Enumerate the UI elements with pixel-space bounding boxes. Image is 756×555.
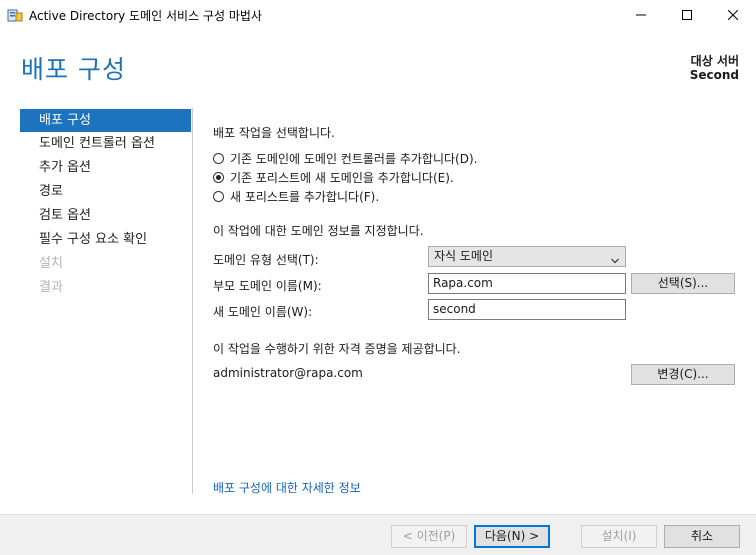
deploy-operation-prompt: 배포 작업을 선택합니다.: [213, 126, 335, 140]
install-button[interactable]: 설치(I): [581, 525, 657, 548]
select-domain-button[interactable]: 선택(S)...: [631, 273, 735, 294]
nav-item-installation: 설치: [39, 256, 63, 271]
nav-item-prerequisites-check[interactable]: 필수 구성 요소 확인: [20, 228, 191, 252]
more-info-link[interactable]: 배포 구성에 대한 자세한 정보: [213, 479, 361, 496]
nav-item-deployment-configuration[interactable]: 배포 구성: [20, 109, 191, 132]
domain-type-label: 도메인 유형 선택(T):: [213, 253, 319, 267]
close-icon[interactable]: [710, 0, 756, 30]
nav-item-results: 결과: [39, 280, 63, 295]
new-domain-input[interactable]: second: [428, 299, 626, 320]
next-button[interactable]: 다음(N) >: [474, 525, 550, 548]
domain-type-select[interactable]: 자식 도메인: [428, 246, 626, 267]
nav-item-paths[interactable]: 경로: [20, 180, 191, 204]
radio-button[interactable]: [213, 191, 224, 202]
domain-info-prompt: 이 작업에 대한 도메인 정보를 지정합니다.: [213, 224, 424, 238]
nav-divider: [192, 108, 193, 494]
maximize-icon[interactable]: [664, 0, 710, 30]
minimize-icon[interactable]: [618, 0, 664, 30]
new-domain-label: 새 도메인 이름(W):: [213, 305, 313, 319]
credential-user: administrator@rapa.com: [213, 366, 363, 380]
server-wizard-icon: [7, 7, 23, 23]
page-title: 배포 구성: [21, 55, 126, 84]
radio-button-selected[interactable]: [213, 172, 224, 183]
wizard-nav: 배포 구성 도메인 컨트롤러 옵션 추가 옵션 경로 검토 옵션 필수 구성 요…: [20, 109, 191, 300]
radio-add-domain-existing-forest[interactable]: 기존 포리스트에 새 도메인을 추가합니다(E).: [213, 169, 454, 186]
chevron-down-icon: [611, 253, 619, 268]
radio-label: 기존 도메인에 도메인 컨트롤러를 추가합니다(D).: [230, 152, 478, 166]
credentials-prompt: 이 작업을 수행하기 위한 자격 증명을 제공합니다.: [213, 342, 461, 356]
window-title: Active Directory 도메인 서비스 구성 마법사: [29, 9, 262, 23]
radio-label: 기존 포리스트에 새 도메인을 추가합니다(E).: [230, 171, 454, 185]
nav-item-dc-options[interactable]: 도메인 컨트롤러 옵션: [20, 132, 191, 156]
radio-add-dc-existing-domain[interactable]: 기존 도메인에 도메인 컨트롤러를 추가합니다(D).: [213, 150, 477, 167]
target-server-label: 대상 서버: [690, 54, 739, 68]
cancel-button[interactable]: 취소: [664, 525, 740, 548]
previous-button[interactable]: < 이전(P): [391, 525, 467, 548]
target-server-value: Second: [689, 68, 739, 82]
radio-add-new-forest[interactable]: 새 포리스트를 추가합니다(F).: [213, 188, 379, 205]
change-credentials-button[interactable]: 변경(C)...: [631, 364, 735, 385]
wizard-footer: < 이전(P) 다음(N) > 설치(I) 취소: [0, 514, 756, 555]
parent-domain-label: 부모 도메인 이름(M):: [213, 279, 322, 293]
radio-label: 새 포리스트를 추가합니다(F).: [230, 190, 380, 204]
nav-item-review-options[interactable]: 검토 옵션: [20, 204, 191, 228]
nav-item-additional-options[interactable]: 추가 옵션: [20, 156, 191, 180]
title-bar: Active Directory 도메인 서비스 구성 마법사: [0, 0, 756, 30]
radio-button[interactable]: [213, 153, 224, 164]
parent-domain-input[interactable]: Rapa.com: [428, 273, 626, 294]
domain-type-value: 자식 도메인: [434, 249, 494, 263]
